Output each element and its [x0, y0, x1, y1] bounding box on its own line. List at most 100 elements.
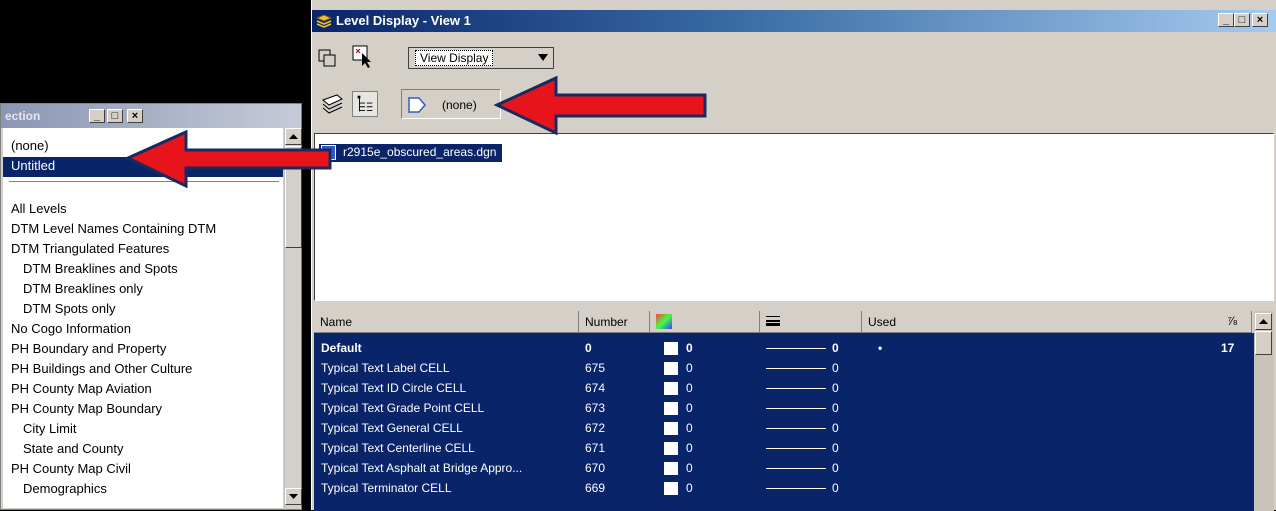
color-swatch[interactable]	[664, 422, 678, 435]
scroll-thumb[interactable]	[285, 146, 302, 248]
list-item[interactable]: State and County	[3, 440, 283, 460]
column-header-used[interactable]: Used	[862, 311, 1252, 333]
row-number: 675	[585, 361, 606, 375]
scroll-up-button[interactable]	[1255, 313, 1272, 330]
color-swatch[interactable]	[664, 442, 678, 455]
list-item[interactable]: No Cogo Information	[3, 320, 283, 340]
color-swatch[interactable]	[664, 402, 678, 415]
row-color: 0	[686, 401, 693, 415]
column-header-color[interactable]	[650, 311, 760, 333]
scroll-up-button[interactable]	[285, 128, 302, 145]
level-stack-icon	[316, 14, 332, 28]
color-swatch-icon	[656, 314, 672, 329]
row-name: Typical Text General CELL	[321, 421, 463, 435]
filter-list-scrollbar[interactable]	[284, 128, 302, 508]
row-name: Typical Text Centerline CELL	[321, 441, 475, 455]
minimize-button[interactable]: _	[1218, 13, 1234, 27]
line-weight-mid	[766, 320, 780, 322]
row-weight: 0	[832, 441, 839, 455]
color-swatch[interactable]	[664, 342, 678, 355]
maximize-button[interactable]: □	[107, 109, 123, 123]
close-button[interactable]: ×	[127, 109, 143, 123]
row-number: 671	[585, 441, 606, 455]
row-extra: 17	[1221, 341, 1235, 355]
list-item[interactable]: PH County Map Civil	[3, 460, 283, 480]
grid-scrollbar[interactable]	[1254, 311, 1274, 511]
chevron-up-icon	[289, 134, 298, 139]
weight-line	[766, 348, 826, 349]
level-grid: Name Number Used ⅞ Default 0 0 0 • 17 Ty…	[314, 311, 1274, 511]
row-weight: 0	[832, 381, 839, 395]
weight-line	[766, 368, 826, 369]
grid-header: Name Number Used ⅞	[314, 311, 1274, 333]
level-manager-icon[interactable]	[320, 91, 346, 117]
chevron-up-icon	[1259, 319, 1268, 324]
table-row[interactable]: Default 0 0 0 • 17	[314, 339, 1252, 358]
table-row[interactable]: Typical Text Grade Point CELL 673 0 0	[314, 399, 1252, 418]
list-item[interactable]: Untitled	[3, 157, 283, 177]
weight-line	[766, 468, 826, 469]
select-view-icon[interactable]	[350, 43, 376, 69]
list-item[interactable]: All Levels	[3, 200, 283, 220]
filter-window-title-bar[interactable]: ection _ □ ×	[1, 104, 301, 128]
maximize-button[interactable]: □	[1234, 13, 1250, 27]
list-item[interactable]: PH County Map Aviation	[3, 380, 283, 400]
list-item[interactable]: DTM Spots only	[3, 300, 283, 320]
tree-view-icon[interactable]	[352, 91, 378, 117]
row-number: 673	[585, 401, 606, 415]
table-row[interactable]: Typical Text General CELL 672 0 0	[314, 419, 1252, 438]
filter-selector[interactable]: (none)	[401, 89, 501, 119]
file-item[interactable]: r2915e_obscured_areas.dgn	[319, 144, 503, 162]
table-row[interactable]: Typical Text Centerline CELL 671 0 0	[314, 439, 1252, 458]
row-used: •	[878, 341, 883, 355]
color-swatch[interactable]	[664, 482, 678, 495]
chevron-down-icon	[289, 494, 298, 499]
color-swatch[interactable]	[664, 462, 678, 475]
view-display-dropdown[interactable]: View Display	[408, 47, 554, 69]
scroll-down-button[interactable]	[285, 488, 302, 505]
table-row[interactable]: Typical Terminator CELL 669 0 0	[314, 479, 1252, 498]
weight-line	[766, 488, 826, 489]
weight-line	[766, 428, 826, 429]
level-display-window: Level Display - View 1 _ □ × View Displa…	[311, 0, 1276, 511]
column-header-number[interactable]: Number	[579, 311, 650, 333]
color-swatch[interactable]	[664, 362, 678, 375]
list-item[interactable]: Demographics	[3, 480, 283, 500]
column-header-weight[interactable]	[760, 311, 862, 333]
row-weight: 0	[832, 461, 839, 475]
copy-view-icon[interactable]	[314, 45, 340, 71]
minimize-button[interactable]: _	[89, 109, 105, 123]
list-item[interactable]: DTM Breaklines only	[3, 280, 283, 300]
file-tree-pane: r2915e_obscured_areas.dgn	[314, 133, 1274, 301]
close-button[interactable]: ×	[1252, 13, 1268, 27]
list-item[interactable]: (none)	[3, 137, 283, 157]
row-name: Default	[321, 341, 362, 355]
list-item[interactable]: PH County Map Boundary	[3, 400, 283, 420]
dgn-file-icon	[321, 145, 336, 160]
row-weight: 0	[832, 361, 839, 375]
list-item[interactable]: DTM Level Names Containing DTM	[3, 220, 283, 240]
row-weight: 0	[832, 421, 839, 435]
row-number: 674	[585, 381, 606, 395]
list-item[interactable]: PH Buildings and Other Culture	[3, 360, 283, 380]
level-display-title-bar[interactable]: Level Display - View 1 _ □ ×	[312, 10, 1276, 32]
table-row[interactable]: Typical Text Label CELL 675 0 0	[314, 359, 1252, 378]
view-display-value: View Display	[415, 50, 494, 66]
color-swatch[interactable]	[664, 382, 678, 395]
row-color: 0	[686, 381, 693, 395]
list-item[interactable]: City Limit	[3, 420, 283, 440]
column-header-name[interactable]: Name	[314, 311, 579, 333]
list-item[interactable]: DTM Triangulated Features	[3, 240, 283, 260]
scroll-thumb[interactable]	[1255, 331, 1272, 355]
row-color: 0	[686, 481, 693, 495]
chevron-down-icon[interactable]	[538, 54, 548, 61]
row-name: Typical Text Label CELL	[321, 361, 450, 375]
row-name: Typical Text ID Circle CELL	[321, 381, 467, 395]
table-row[interactable]: Typical Text ID Circle CELL 674 0 0	[314, 379, 1252, 398]
row-color: 0	[686, 421, 693, 435]
weight-line	[766, 408, 826, 409]
table-row[interactable]: Typical Text Asphalt at Bridge Appro... …	[314, 459, 1252, 478]
list-item[interactable]: DTM Breaklines and Spots	[3, 260, 283, 280]
column-config-icon[interactable]: ⅞	[1227, 314, 1237, 328]
list-item[interactable]: PH Boundary and Property	[3, 340, 283, 360]
